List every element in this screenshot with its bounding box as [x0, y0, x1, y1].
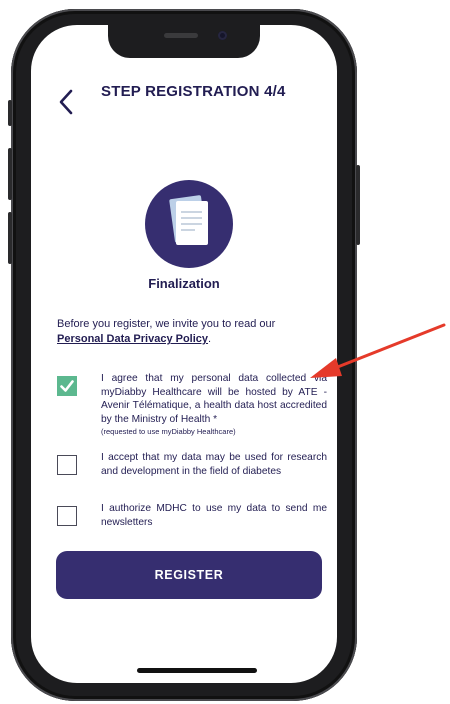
front-camera — [218, 31, 227, 40]
back-button[interactable] — [51, 85, 81, 119]
intro-text-suffix: . — [208, 333, 212, 345]
app-screen: STEP REGISTRATION 4/4 Finalization Befor… — [31, 25, 337, 683]
research-consent-text: I accept that my data may be used for re… — [101, 452, 327, 477]
chevron-left-icon — [59, 89, 73, 115]
hosting-consent-text: I agree that my personal data collected … — [101, 372, 327, 437]
newsletter-consent-checkbox[interactable] — [57, 506, 77, 526]
hosting-consent-checkbox[interactable] — [57, 376, 77, 396]
speaker-grille — [164, 33, 198, 38]
hosting-consent-label: I agree that my personal data collected … — [101, 373, 327, 425]
phone-notch — [108, 25, 260, 58]
research-consent-checkbox[interactable] — [57, 455, 77, 475]
phone-volume-up-button — [8, 148, 12, 200]
register-button[interactable]: REGISTER — [56, 551, 322, 599]
phone-mute-switch — [8, 100, 12, 126]
page-title: STEP REGISTRATION 4/4 — [101, 83, 286, 100]
hosting-consent-note: (requested to use myDiabby Healthcare) — [101, 427, 236, 436]
newsletter-consent-text: I authorize MDHC to use my data to send … — [101, 503, 327, 528]
document-stack-icon — [169, 195, 208, 245]
step-label: Finalization — [148, 276, 220, 291]
annotation-arrow — [310, 323, 446, 378]
home-indicator — [137, 668, 257, 673]
privacy-policy-link[interactable]: Personal Data Privacy Policy — [57, 333, 208, 345]
phone-volume-down-button — [8, 212, 12, 264]
step-icon-badge — [145, 180, 233, 268]
phone-power-button — [356, 165, 360, 245]
intro-text-lead: Before you register, we invite you to re… — [57, 318, 276, 330]
privacy-intro-text: Before you register, we invite you to re… — [57, 317, 319, 347]
checkmark-icon — [60, 380, 74, 392]
